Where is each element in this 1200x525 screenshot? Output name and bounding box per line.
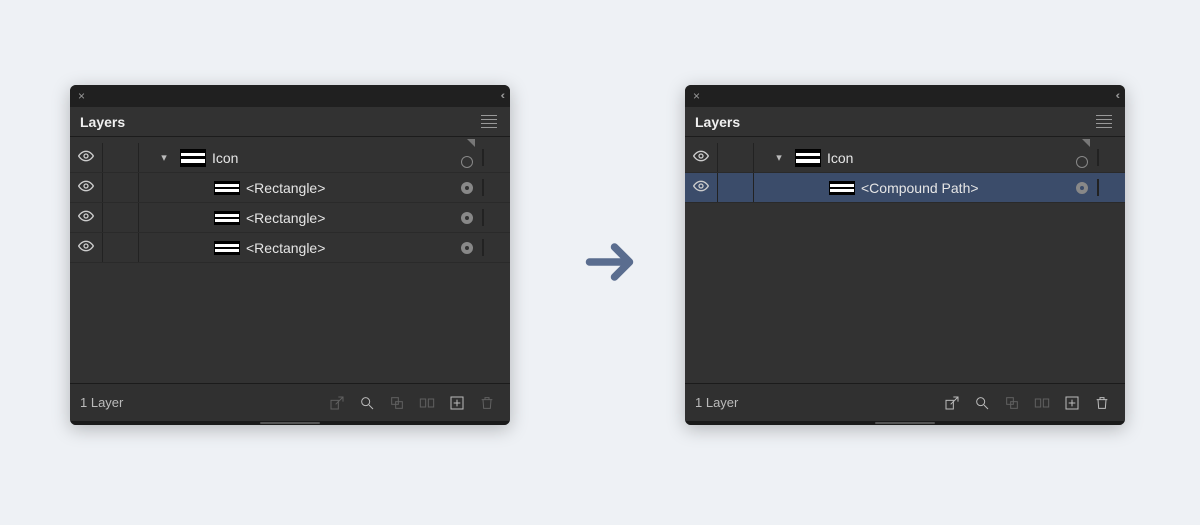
layer-thumbnail-icon [795,149,821,167]
divider [138,173,139,202]
layer-content[interactable]: <Rectangle> [214,210,452,226]
window-titlebar: × ‹‹ [685,85,1125,107]
layer-content[interactable]: <Rectangle> [214,180,452,196]
layer-name[interactable]: <Rectangle> [246,240,325,256]
corner-indicator-icon [1082,139,1090,147]
collapse-icon[interactable]: ‹‹ [1116,90,1117,102]
target-ring-icon[interactable] [461,212,473,224]
divider [102,173,103,202]
target-ring-icon[interactable] [461,156,473,168]
selection-swatch [482,180,510,195]
panel-title: Layers [695,114,740,130]
selection-swatch [1097,150,1125,165]
search-icon[interactable] [969,390,995,416]
layers-panel-before: × ‹‹ Layers ▾ Icon [70,85,510,425]
layer-content[interactable]: Icon [795,149,1067,167]
collect-icon [384,390,410,416]
visibility-eye-icon[interactable] [70,148,102,167]
collect-icon [999,390,1025,416]
target-ring-icon[interactable] [1076,156,1088,168]
collapse-icon[interactable]: ‹‹ [501,90,502,102]
visibility-eye-icon[interactable] [70,178,102,197]
target-ring-icon[interactable] [1076,182,1088,194]
divider [753,143,754,172]
layer-count-status: 1 Layer [80,395,320,410]
target-column[interactable] [452,242,482,254]
export-icon[interactable] [939,390,965,416]
divider [102,203,103,232]
divider [138,203,139,232]
target-column[interactable] [452,182,482,194]
new-layer-icon[interactable] [1059,390,1085,416]
layer-name[interactable]: <Rectangle> [246,210,325,226]
trash-icon [474,390,500,416]
layer-row[interactable]: ▾ <Rectangle> [70,233,510,263]
panel-footer: 1 Layer [685,383,1125,421]
selection-swatch [482,240,510,255]
divider [102,143,103,172]
panel-header: Layers [685,107,1125,137]
layers-panel-after: × ‹‹ Layers ▾ Icon [685,85,1125,425]
divider [717,143,718,172]
resize-handle[interactable] [70,421,510,425]
panel-footer: 1 Layer [70,383,510,421]
layer-name[interactable]: Icon [212,150,238,166]
divider [717,173,718,202]
window-titlebar: × ‹‹ [70,85,510,107]
layer-name[interactable]: <Rectangle> [246,180,325,196]
resize-handle[interactable] [685,421,1125,425]
layer-count-status: 1 Layer [695,395,935,410]
divider [753,173,754,202]
target-column[interactable] [1067,148,1097,168]
target-column[interactable] [452,212,482,224]
layers-list: ▾ Icon ▾ <Rectangle> [70,137,510,383]
layer-row[interactable]: ▾ <Rectangle> [70,203,510,233]
layer-content[interactable]: Icon [180,149,452,167]
release-icon [414,390,440,416]
visibility-eye-icon[interactable] [685,148,717,167]
corner-indicator-icon [467,139,475,147]
layer-thumbnail-icon [214,211,240,225]
visibility-eye-icon[interactable] [70,208,102,227]
panel-menu-icon[interactable] [478,112,500,131]
target-ring-icon[interactable] [461,242,473,254]
layer-row[interactable]: ▾ <Compound Path> [685,173,1125,203]
divider [138,143,139,172]
layer-content[interactable]: <Compound Path> [829,180,1067,196]
target-ring-icon[interactable] [461,182,473,194]
layer-name[interactable]: Icon [827,150,853,166]
new-layer-icon[interactable] [444,390,470,416]
panel-title: Layers [80,114,125,130]
search-icon[interactable] [354,390,380,416]
visibility-eye-icon[interactable] [70,238,102,257]
target-column[interactable] [1067,182,1097,194]
panel-header: Layers [70,107,510,137]
selection-swatch [1097,180,1125,195]
release-icon [1029,390,1055,416]
visibility-eye-icon[interactable] [685,178,717,197]
chevron-down-icon[interactable]: ▾ [148,151,180,164]
layer-name[interactable]: <Compound Path> [861,180,979,196]
layer-row[interactable]: ▾ Icon [70,143,510,173]
divider [138,233,139,262]
layer-thumbnail-icon [829,181,855,195]
divider [102,233,103,262]
close-icon[interactable]: × [78,89,85,103]
trash-icon[interactable] [1089,390,1115,416]
close-icon[interactable]: × [693,89,700,103]
layer-thumbnail-icon [214,181,240,195]
panel-menu-icon[interactable] [1093,112,1115,131]
layers-list: ▾ Icon ▾ <Compound Path> [685,137,1125,383]
target-column[interactable] [452,148,482,168]
layer-thumbnail-icon [180,149,206,167]
layer-row[interactable]: ▾ <Rectangle> [70,173,510,203]
layer-row[interactable]: ▾ Icon [685,143,1125,173]
layer-thumbnail-icon [214,241,240,255]
export-icon [324,390,350,416]
layer-content[interactable]: <Rectangle> [214,240,452,256]
arrow-right-icon [582,232,642,295]
chevron-down-icon[interactable]: ▾ [763,151,795,164]
selection-swatch [482,150,510,165]
selection-swatch [482,210,510,225]
